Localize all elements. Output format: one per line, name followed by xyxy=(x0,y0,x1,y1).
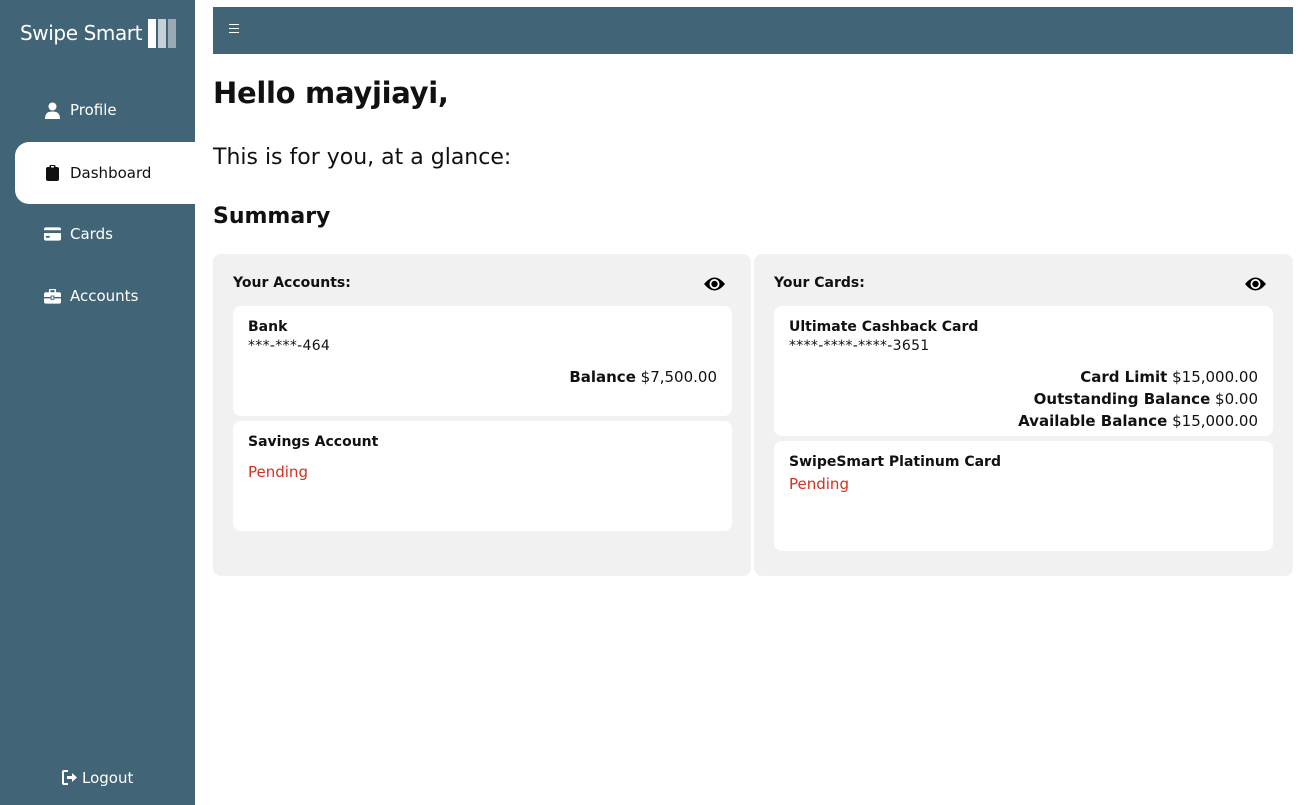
accounts-panel-title: Your Accounts: xyxy=(233,275,351,291)
credit-card-icon xyxy=(44,226,61,243)
briefcase-icon xyxy=(44,288,61,305)
sidebar-item-profile[interactable]: Profile xyxy=(15,79,195,141)
card-name: SwipeSmart Platinum Card xyxy=(789,454,1001,470)
brand-logo-icon xyxy=(148,18,177,48)
sidebar-item-dashboard[interactable]: Dashboard xyxy=(15,142,195,204)
sidebar-item-cards[interactable]: Cards xyxy=(15,203,195,265)
account-number: ***-***-464 xyxy=(248,338,331,354)
available-balance-row: Available Balance $15,000.00 xyxy=(789,410,1258,432)
sidebar-item-label: Cards xyxy=(70,225,113,243)
card-number: ****-****-****-3651 xyxy=(789,338,930,354)
accounts-panel: Your Accounts: Bank ***-***-464 Balance … xyxy=(213,254,751,576)
card-limit-value: $15,000.00 xyxy=(1172,368,1258,386)
page-title: Hello mayjiayi, xyxy=(213,76,449,110)
available-balance-label: Available Balance xyxy=(1018,412,1168,430)
account-card-savings[interactable]: Savings Account Pending xyxy=(233,421,732,531)
card-limit-row: Card Limit $15,000.00 xyxy=(789,366,1258,388)
available-balance-value: $15,000.00 xyxy=(1172,412,1258,430)
logout-icon xyxy=(62,770,78,786)
outstanding-balance-value: $0.00 xyxy=(1215,390,1258,408)
logout-button[interactable]: Logout xyxy=(62,769,133,787)
card-name: Ultimate Cashback Card xyxy=(789,319,979,335)
user-icon xyxy=(44,102,61,119)
eye-icon[interactable] xyxy=(1244,275,1267,293)
sidebar-item-label: Profile xyxy=(70,101,117,119)
summary-heading: Summary xyxy=(213,204,331,229)
card-limit-label: Card Limit xyxy=(1080,368,1168,386)
outstanding-balance-row: Outstanding Balance $0.00 xyxy=(789,388,1258,410)
account-card-bank[interactable]: Bank ***-***-464 Balance $7,500.00 xyxy=(233,306,732,416)
account-balance-row: Balance $7,500.00 xyxy=(248,366,717,388)
sidebar: Swipe Smart Profile Dashboard Cards Acco… xyxy=(0,0,195,805)
sidebar-item-label: Dashboard xyxy=(70,164,152,182)
sidebar-item-label: Accounts xyxy=(70,287,139,305)
eye-icon[interactable] xyxy=(703,275,726,293)
card-item-cashback[interactable]: Ultimate Cashback Card ****-****-****-36… xyxy=(774,306,1273,436)
status-badge: Pending xyxy=(789,475,849,493)
cards-panel: Your Cards: Ultimate Cashback Card ****-… xyxy=(754,254,1293,576)
top-bar xyxy=(213,7,1293,54)
balance-value: $7,500.00 xyxy=(640,368,717,386)
page-subtitle: This is for you, at a glance: xyxy=(213,145,512,170)
clipboard-icon xyxy=(44,165,61,182)
status-badge: Pending xyxy=(248,463,308,481)
account-name: Savings Account xyxy=(248,434,379,450)
account-name: Bank xyxy=(248,319,288,335)
logout-label: Logout xyxy=(82,769,134,787)
card-item-platinum[interactable]: SwipeSmart Platinum Card Pending xyxy=(774,441,1273,551)
brand-name: Swipe Smart xyxy=(20,21,143,45)
balance-label: Balance xyxy=(569,368,636,386)
hamburger-icon[interactable] xyxy=(229,24,239,36)
cards-panel-title: Your Cards: xyxy=(774,275,865,291)
brand[interactable]: Swipe Smart xyxy=(20,17,177,49)
sidebar-item-accounts[interactable]: Accounts xyxy=(15,265,195,327)
outstanding-balance-label: Outstanding Balance xyxy=(1033,390,1211,408)
